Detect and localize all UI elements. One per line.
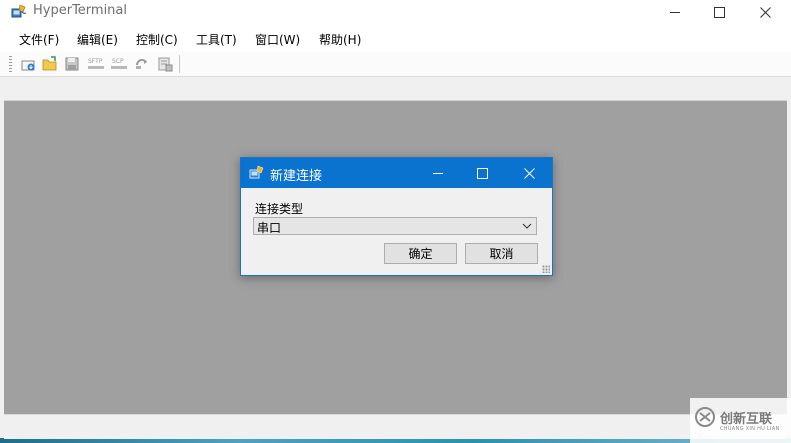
connection-type-select[interactable]: 串口 bbox=[253, 217, 537, 235]
chevron-down-icon bbox=[522, 223, 532, 229]
dialog-close-button[interactable] bbox=[506, 158, 552, 188]
open-button[interactable] bbox=[40, 54, 60, 74]
reconnect-button[interactable] bbox=[132, 54, 152, 74]
toolbar: SFTP SCP bbox=[0, 52, 791, 77]
dialog-maximize-button[interactable] bbox=[459, 158, 505, 188]
resize-grip[interactable] bbox=[542, 265, 550, 273]
sftp-icon: SFTP bbox=[88, 58, 104, 69]
maximize-icon bbox=[476, 167, 488, 179]
menu-help[interactable]: 帮助(H) bbox=[319, 31, 361, 48]
hyperterminal-app-icon bbox=[11, 3, 27, 19]
svg-text:SCP: SCP bbox=[112, 58, 124, 65]
minimize-button[interactable] bbox=[652, 0, 698, 24]
minimize-icon bbox=[669, 11, 680, 13]
close-button[interactable] bbox=[742, 0, 788, 24]
hyperterminal-window: HyperTerminal 文件(F) 编辑(E) 控制(C) 工具(T) 窗口… bbox=[0, 0, 791, 439]
tab-strip bbox=[4, 77, 787, 101]
scp-button[interactable]: SCP bbox=[109, 54, 129, 74]
connection-type-value: 串口 bbox=[257, 221, 282, 235]
new-connection-dialog: 新建连接 连接类型 串口 确定 取消 bbox=[240, 157, 553, 276]
sftp-button[interactable]: SFTP bbox=[86, 54, 106, 74]
toolbar-grip[interactable] bbox=[9, 56, 12, 72]
menu-file[interactable]: 文件(F) bbox=[19, 31, 59, 48]
cancel-button[interactable]: 取消 bbox=[465, 243, 538, 264]
status-bar bbox=[4, 414, 787, 439]
connection-type-label: 连接类型 bbox=[255, 202, 304, 216]
menu-tools[interactable]: 工具(T) bbox=[196, 31, 237, 48]
svg-text:SFTP: SFTP bbox=[88, 58, 103, 65]
dialog-title-bar[interactable]: 新建连接 bbox=[241, 158, 552, 188]
watermark-logo: 创新互联 CHUANG XIN HU LIAN bbox=[690, 398, 791, 443]
ok-button[interactable]: 确定 bbox=[384, 243, 457, 264]
reconnect-icon bbox=[136, 59, 147, 69]
open-folder-icon bbox=[42, 56, 57, 71]
new-connection-button[interactable] bbox=[18, 54, 38, 74]
menu-control[interactable]: 控制(C) bbox=[136, 31, 178, 48]
watermark-text: 创新互联 bbox=[720, 412, 773, 427]
watermark-subtext: CHUANG XIN HU LIAN bbox=[720, 426, 780, 432]
dialog-minimize-button[interactable] bbox=[415, 158, 461, 188]
toolbar-separator bbox=[179, 55, 180, 73]
dialog-title: 新建连接 bbox=[270, 169, 323, 184]
scp-icon: SCP bbox=[111, 58, 127, 69]
menu-bar: 文件(F) 编辑(E) 控制(C) 工具(T) 窗口(W) 帮助(H) bbox=[0, 24, 791, 52]
menu-window[interactable]: 窗口(W) bbox=[255, 31, 300, 48]
save-icon bbox=[65, 57, 79, 71]
dialog-app-icon bbox=[249, 164, 265, 180]
save-button[interactable] bbox=[62, 54, 82, 74]
properties-icon bbox=[158, 57, 173, 72]
properties-button[interactable] bbox=[155, 54, 175, 74]
close-icon bbox=[523, 167, 535, 179]
maximize-icon bbox=[713, 6, 725, 18]
close-icon bbox=[759, 6, 771, 18]
new-connection-icon bbox=[21, 60, 35, 71]
brand-logo-icon bbox=[695, 407, 715, 427]
window-title: HyperTerminal bbox=[33, 3, 128, 18]
maximize-button[interactable] bbox=[696, 0, 742, 24]
title-bar[interactable]: HyperTerminal bbox=[0, 0, 791, 24]
menu-edit[interactable]: 编辑(E) bbox=[77, 31, 118, 48]
minimize-icon bbox=[432, 172, 443, 174]
